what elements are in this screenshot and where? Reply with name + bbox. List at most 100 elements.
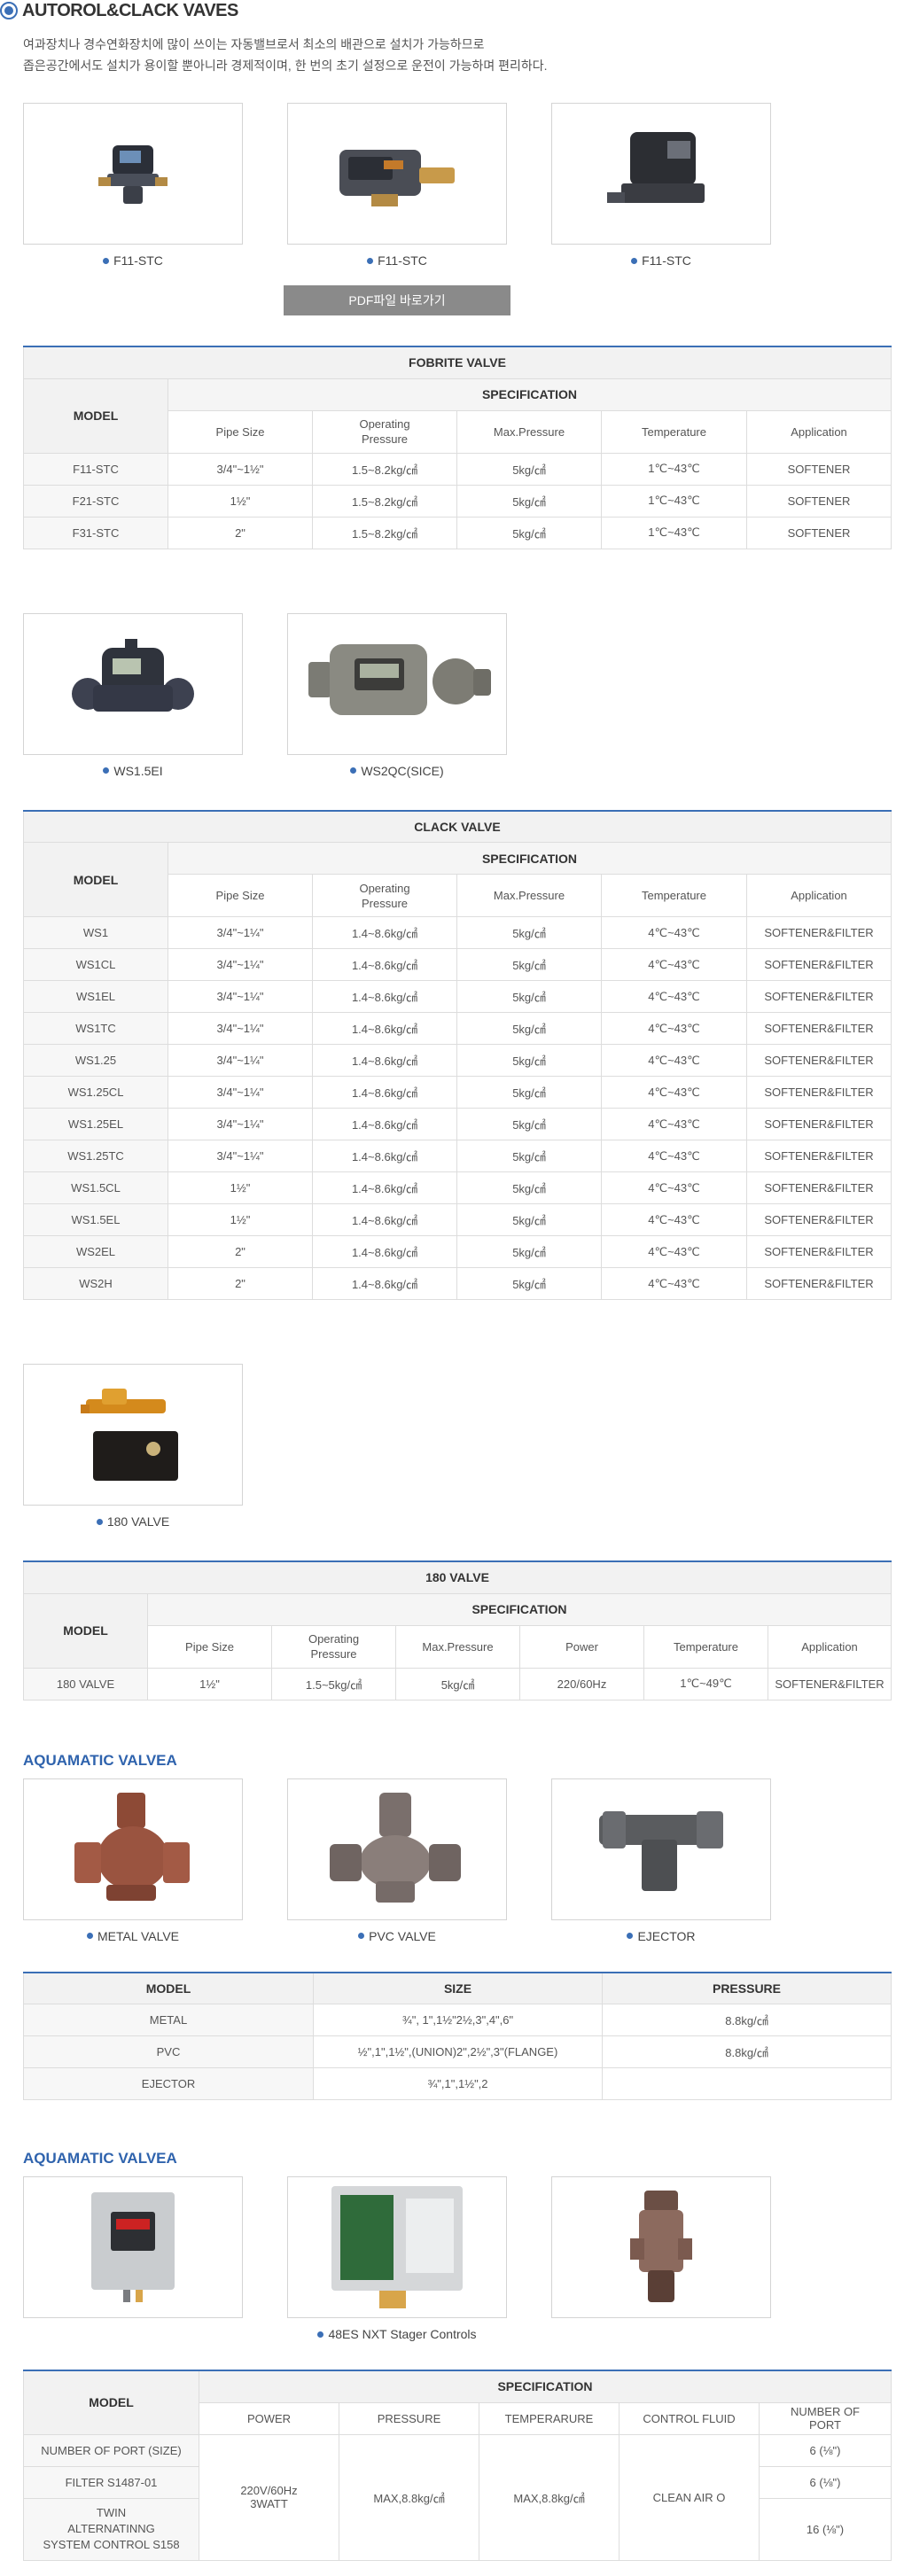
table-cell: 1½" [168,1203,313,1236]
table-cell: SOFTENER [746,516,892,549]
table-cell: 1.4~8.6kg/㎠ [312,1012,457,1045]
column-header: CONTROL FLUID [619,2401,760,2435]
column-header: Max.Pressure [456,409,602,454]
table-cell: SOFTENER [746,452,892,486]
product-thumb[interactable]: 48ES NXT Stager Controls [287,2176,507,2343]
table-cell: SOFTENER&FILTER [746,1203,892,1236]
table-cell: 1℃~49℃ [643,1667,768,1700]
clack-valve-large-icon [308,643,491,715]
product-image[interactable] [23,103,243,245]
model-cell: WS1.25EL [23,1108,168,1140]
product-thumb[interactable]: F11-STC [287,103,507,269]
column-header: SIZE [313,1971,603,2004]
model-cell: WS1.25 [23,1044,168,1077]
product-image[interactable] [551,103,771,245]
model-cell: NUMBER OF PORT (SIZE) [23,2433,199,2467]
product-image[interactable] [23,1364,243,1506]
product-thumb[interactable]: WS1.5EI [23,612,243,780]
table-cell: 4℃~43℃ [601,1140,747,1172]
table-row: WS1EL 3/4"~1¼" 1.4~8.6kg/㎠ 5kg/㎠ 4℃~43℃ SOFTE… [23,980,892,1013]
column-header: Application [746,874,892,917]
table-body: F11-STC 3/4"~1½" 1.5~8.2kg/㎠ 5kg/㎠ 1℃~43℃ SOF… [23,452,892,549]
column-header: Temperature [601,874,747,917]
bullet-dot-icon [103,257,110,264]
table-cell: 5kg/㎠ [456,948,602,981]
product-image[interactable] [287,1778,507,1920]
product-image[interactable] [551,2176,771,2318]
product-caption: WS1.5EI [23,762,243,780]
aquamatic2-spec-table: MODEL SPECIFICATION POWER PRESSURE TEMPE… [23,2370,892,2561]
table-cell: 3/4"~1¼" [168,980,313,1013]
bullet-dot-icon [631,257,638,264]
table-cell: 3/4"~1¼" [168,1140,313,1172]
model-header: MODEL [23,377,168,454]
table-row: WS1.5CL 1½" 1.4~8.6kg/㎠ 5kg/㎠ 4℃~43℃ SOFTENER… [23,1171,892,1204]
product-image[interactable] [23,612,243,755]
table-cell: ¾",1",1½",2 [313,2067,603,2100]
table-cell: 5kg/㎠ [456,980,602,1013]
product-image[interactable] [23,1778,243,1920]
product-caption: METAL VALVE [23,1927,243,1945]
product-caption: F11-STC [23,252,243,269]
product-thumb[interactable] [23,2176,243,2343]
column-header: Temperature [643,1624,768,1669]
model-cell: WS1.5CL [23,1171,168,1204]
bullet-dot-icon [350,767,357,774]
piston-valve-icon [630,2191,692,2302]
product-image[interactable] [551,1778,771,1920]
table-cell: SOFTENER&FILTER [746,1171,892,1204]
fobrite-spec-table: FOBRITE VALVE MODEL SPECIFICATION Pipe S… [23,346,892,549]
table-cell: SOFTENER&FILTER [746,980,892,1013]
table-cell: SOFTENER&FILTER [746,948,892,981]
table-cell: 1.4~8.6kg/㎠ [312,1203,457,1236]
model-cell: EJECTOR [23,2067,314,2100]
product-thumb[interactable]: F11-STC [23,103,243,269]
product-thumb[interactable]: EJECTOR [551,1778,771,1945]
model-cell: WS1.25CL [23,1076,168,1109]
table-cell: 1.4~8.6kg/㎠ [312,1108,457,1140]
product-image[interactable] [287,612,507,755]
table-cell: 4℃~43℃ [601,1076,747,1109]
control-fluid-cell: CLEAN AIR O [619,2433,760,2561]
port-cell: 6 (⅛") [759,2433,892,2467]
model-cell: WS1CL [23,948,168,981]
title-bullet-icon [0,2,18,19]
clack-valve-icon [72,638,194,712]
product-image[interactable] [287,2176,507,2318]
product-thumb[interactable] [551,2176,771,2343]
product-thumb[interactable]: F11-STC [551,103,771,269]
product-thumb[interactable]: WS2QC(SICE) [287,612,507,780]
table-cell: 3/4"~1¼" [168,1108,313,1140]
table-cell: 5kg/㎠ [456,1076,602,1109]
table-cell: 1.5~8.2kg/㎠ [312,452,457,486]
model-cell: PVC [23,2035,314,2068]
product-image[interactable] [23,2176,243,2318]
table-cell: 5kg/㎠ [456,1267,602,1300]
pdf-link-button[interactable]: PDF파일 바로가기 [284,285,510,315]
column-header: Max.Pressure [456,874,602,917]
table-cell: 4℃~43℃ [601,1203,747,1236]
table-cell: 1.5~5kg/㎠ [271,1667,396,1700]
table-row: F31-STC 2" 1.5~8.2kg/㎠ 5kg/㎠ 1℃~43℃ SOFTENER [23,516,892,549]
temperature-cell: MAX,8.8kg/㎠ [479,2433,620,2561]
product-image[interactable] [287,103,507,245]
table-row: WS1TC 3/4"~1¼" 1.4~8.6kg/㎠ 5kg/㎠ 4℃~43℃ SOFTE… [23,1012,892,1045]
column-header: Operating Pressure [312,874,457,917]
table-row: WS2EL 2" 1.4~8.6kg/㎠ 5kg/㎠ 4℃~43℃ SOFTENER&FI… [23,1235,892,1268]
product-thumb[interactable]: METAL VALVE [23,1778,243,1945]
column-header: PRESSURE [339,2401,479,2435]
table-cell: 5kg/㎠ [456,1012,602,1045]
table-cell: 5kg/㎠ [456,1235,602,1268]
table-row: 180 VALVE 1½" 1.5~5kg/㎠ 5kg/㎠ 220/60Hz 1℃~49℃… [23,1667,892,1700]
table-cell: 2" [168,516,313,549]
column-header: Application [746,409,892,454]
product-thumb[interactable]: 180 VALVE [23,1364,243,1530]
product-thumb[interactable]: PVC VALVE [287,1778,507,1945]
intro-line-2: 좁은공간에서도 설치가 용이할 뿐아니라 경제적이며, 한 번의 초기 설정으로… [23,58,548,73]
table-cell: 4℃~43℃ [601,916,747,949]
table-cell: SOFTENER&FILTER [746,1108,892,1140]
column-header: Max.Pressure [395,1624,520,1669]
autorol-thumbs: F11-STC F11-STC F11-STC [23,103,886,269]
table-cell: 5kg/㎠ [456,452,602,486]
model-header: MODEL [23,842,168,917]
